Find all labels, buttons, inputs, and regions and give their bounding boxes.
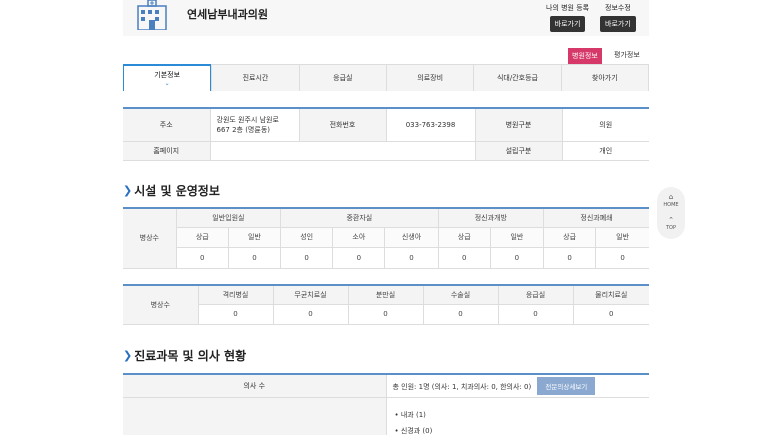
room-header: 무균치료실 [272, 285, 348, 305]
phone-label: 전화번호 [298, 108, 386, 142]
room-value: 0 [572, 304, 649, 325]
tab-equipment[interactable]: 의료장비 [385, 64, 474, 91]
address-label: 주소 [123, 108, 210, 142]
homepage-label: 홈페이지 [123, 141, 210, 161]
phone-value: 033-763-2398 [385, 108, 475, 142]
register-label: 나의 병원 등록 [546, 4, 590, 12]
home-label: HOME [663, 202, 679, 208]
room-header: 물리치료실 [572, 285, 649, 305]
sub-header: 상급 [175, 227, 229, 248]
founding-label: 설립구분 [474, 141, 562, 161]
hospital-header: 연세남부내과의원 나의 병원 등록 바로가기 정보수정 바로가기 [123, 0, 649, 36]
room-value: 0 [347, 304, 423, 325]
chevron-up-icon: ⌃ [668, 216, 674, 224]
tab-emergency[interactable]: 응급실 [298, 64, 386, 91]
register-block: 나의 병원 등록 바로가기 [546, 3, 589, 32]
bed-value: 0 [332, 247, 385, 269]
bed-value: 0 [227, 247, 281, 269]
subject-item: 신경과 (0) [400, 426, 433, 435]
chevron-down-icon: ⌄ [164, 80, 170, 87]
group-general: 일반입원실 [175, 208, 281, 228]
room-value: 0 [497, 304, 573, 325]
section-arrow-icon: ❯ [123, 184, 133, 197]
subject-item: 내과 (1) [400, 410, 426, 419]
group-psych-open: 정신과개방 [437, 208, 544, 228]
tab-directions[interactable]: 찾아가기 [560, 64, 649, 91]
top-label: TOP [665, 225, 676, 231]
sub-header: 일반 [595, 227, 649, 248]
bed-value: 0 [384, 247, 439, 269]
room-header: 격리병실 [197, 285, 273, 305]
sub-header: 성인 [280, 227, 333, 248]
edit-label: 정보수정 [605, 4, 631, 12]
list-item: • 내과 (1) [394, 410, 426, 419]
subject-label-cell [123, 397, 386, 435]
info-tabs: 기본정보 ⌄ 진료시간 응급실 의료장비 식대/간호등급 찾아가기 [123, 64, 649, 91]
room-header: 응급실 [497, 285, 573, 305]
subject-list: • 내과 (1) • 신경과 (0) [385, 397, 649, 435]
doctors-title: ❯ 진료과목 및 의사 현황 [123, 347, 246, 364]
bed-table: 병상수 일반입원실 중환자실 정신과개방 정신과폐쇄 상급 일반 성인 소아 신… [123, 207, 649, 269]
room-bed-label: 병상수 [123, 285, 198, 325]
bed-count-label: 병상수 [123, 208, 177, 269]
register-button[interactable]: 바로가기 [549, 16, 586, 32]
room-table: 병상수 격리병실 무균치료실 분만실 수술실 응급실 물리치료실 0 0 0 0… [123, 284, 649, 325]
evaluation-badge[interactable]: 평가정보 [614, 50, 640, 60]
room-header: 분만실 [347, 285, 423, 305]
founding-value: 개인 [561, 141, 649, 161]
doctor-total: 총 인원: 1명 (의사: 1, 치과의사: 0, 한의사: 0) [392, 382, 532, 391]
section-arrow-icon: ❯ [123, 349, 133, 362]
group-psych-closed: 정신과폐쇄 [543, 208, 649, 228]
room-value: 0 [197, 304, 273, 325]
hospital-name: 연세남부내과의원 [187, 8, 268, 21]
address-value: 강원도 원주시 남원로 667 2층 (명륜동) [209, 108, 299, 142]
bed-value: 0 [542, 247, 596, 269]
tab-label: 기본정보 [154, 71, 181, 79]
group-icu: 중환자실 [280, 208, 439, 228]
sub-header: 상급 [437, 227, 491, 248]
room-value: 0 [422, 304, 498, 325]
room-header: 수술실 [422, 285, 498, 305]
bed-value: 0 [437, 247, 491, 269]
room-value: 0 [272, 304, 348, 325]
edit-button[interactable]: 바로가기 [600, 16, 636, 32]
doctors-table: 의사 수 총 인원: 1명 (의사: 1, 치과의사: 0, 한의사: 0) 전… [123, 373, 649, 435]
hospital-info-badge[interactable]: 병원정보 [568, 48, 602, 64]
list-item: • 신경과 (0) [394, 426, 433, 435]
doctors-title-text: 진료과목 및 의사 현황 [134, 349, 247, 363]
type-label: 병원구분 [474, 108, 562, 142]
sub-header: 상급 [542, 227, 596, 248]
facilities-title: ❯ 시설 및 운영정보 [123, 182, 220, 199]
sub-header: 일반 [489, 227, 544, 248]
top-button[interactable]: ⌃ TOP [659, 216, 683, 236]
edit-block: 정보수정 바로가기 [600, 3, 636, 32]
bed-value: 0 [175, 247, 229, 269]
homepage-value[interactable] [209, 141, 475, 161]
doctor-count-cell: 총 인원: 1명 (의사: 1, 치과의사: 0, 한의사: 0) 전문의상세보… [385, 374, 649, 398]
tab-basic-info[interactable]: 기본정보 ⌄ [123, 64, 212, 91]
sub-header: 소아 [332, 227, 385, 248]
sub-header: 신생아 [384, 227, 439, 248]
address-line1: 강원도 원주시 남원로 [216, 115, 279, 124]
type-value: 의원 [561, 108, 649, 142]
basic-info-table: 주소 강원도 원주시 남원로 667 2층 (명륜동) 전화번호 033-763… [123, 107, 649, 161]
doctor-count-label: 의사 수 [123, 374, 386, 398]
hospital-building-icon [137, 0, 167, 30]
address-line2: 667 2층 (명륜동) [216, 125, 271, 134]
specialist-detail-button[interactable]: 전문의상세보기 [537, 376, 596, 395]
facilities-title-text: 시설 및 운영정보 [134, 184, 220, 198]
tab-hours[interactable]: 진료시간 [211, 64, 299, 91]
bed-value: 0 [280, 247, 333, 269]
home-button[interactable]: ⌂ HOME [659, 193, 683, 213]
home-icon: ⌂ [668, 193, 674, 201]
sub-header: 일반 [227, 227, 281, 248]
bed-value: 0 [595, 247, 649, 269]
bed-value: 0 [489, 247, 544, 269]
tab-meal-nursing[interactable]: 식대/간호등급 [473, 64, 561, 91]
